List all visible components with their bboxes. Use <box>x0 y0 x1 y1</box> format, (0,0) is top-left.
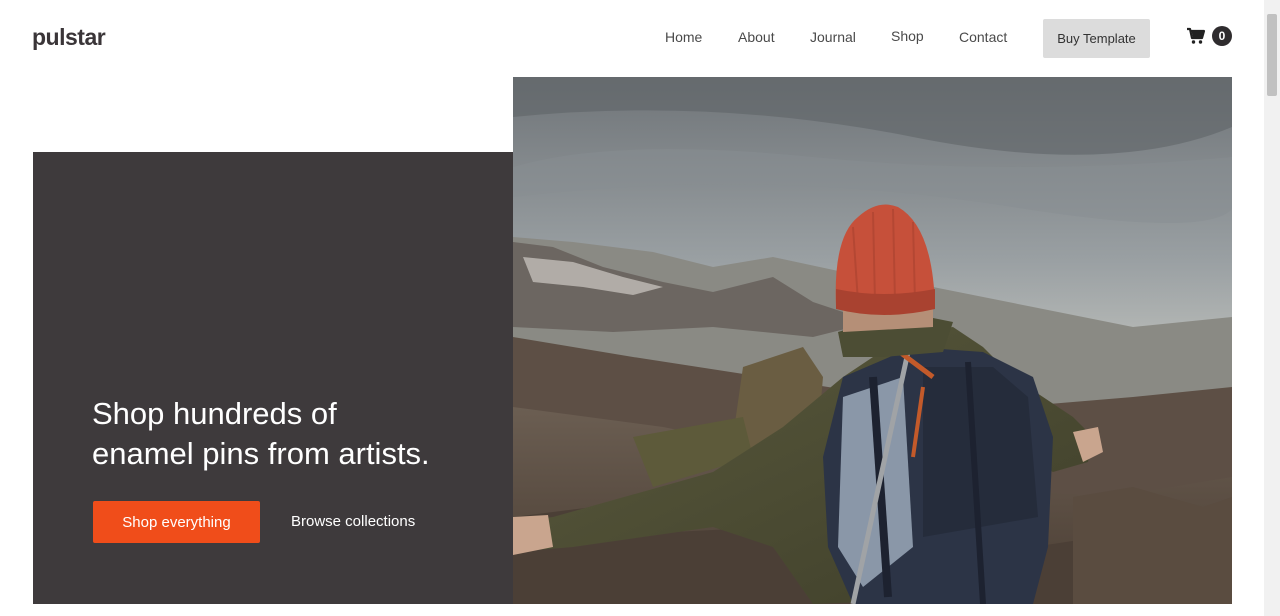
cart-count-badge: 0 <box>1212 26 1232 46</box>
shop-everything-button[interactable]: Shop everything <box>93 501 260 543</box>
hiker-illustration <box>513 77 1232 604</box>
scrollbar-thumb[interactable] <box>1267 14 1277 96</box>
brand-logo[interactable]: pulstar <box>32 24 106 51</box>
hero-image <box>513 77 1232 604</box>
browse-collections-link[interactable]: Browse collections <box>291 513 415 530</box>
nav-shop-link[interactable]: Shop <box>891 28 924 44</box>
scrollbar[interactable] <box>1264 0 1280 616</box>
nav-about-link[interactable]: About <box>738 29 775 45</box>
page-bottom-strip <box>0 604 1264 616</box>
cart-button[interactable]: 0 <box>1186 26 1232 46</box>
cart-icon <box>1187 27 1206 44</box>
hero-title-line-2: enamel pins from artists. <box>92 436 430 471</box>
hero-title: Shop hundreds of enamel pins from artist… <box>92 394 492 474</box>
nav-journal-link[interactable]: Journal <box>810 29 856 45</box>
nav-home-link[interactable]: Home <box>665 29 702 45</box>
page: pulstar Home About Journal Shop Contact … <box>0 0 1280 616</box>
nav-contact-link[interactable]: Contact <box>959 29 1007 45</box>
hero-title-line-1: Shop hundreds of <box>92 396 337 431</box>
buy-template-button[interactable]: Buy Template <box>1043 19 1150 58</box>
